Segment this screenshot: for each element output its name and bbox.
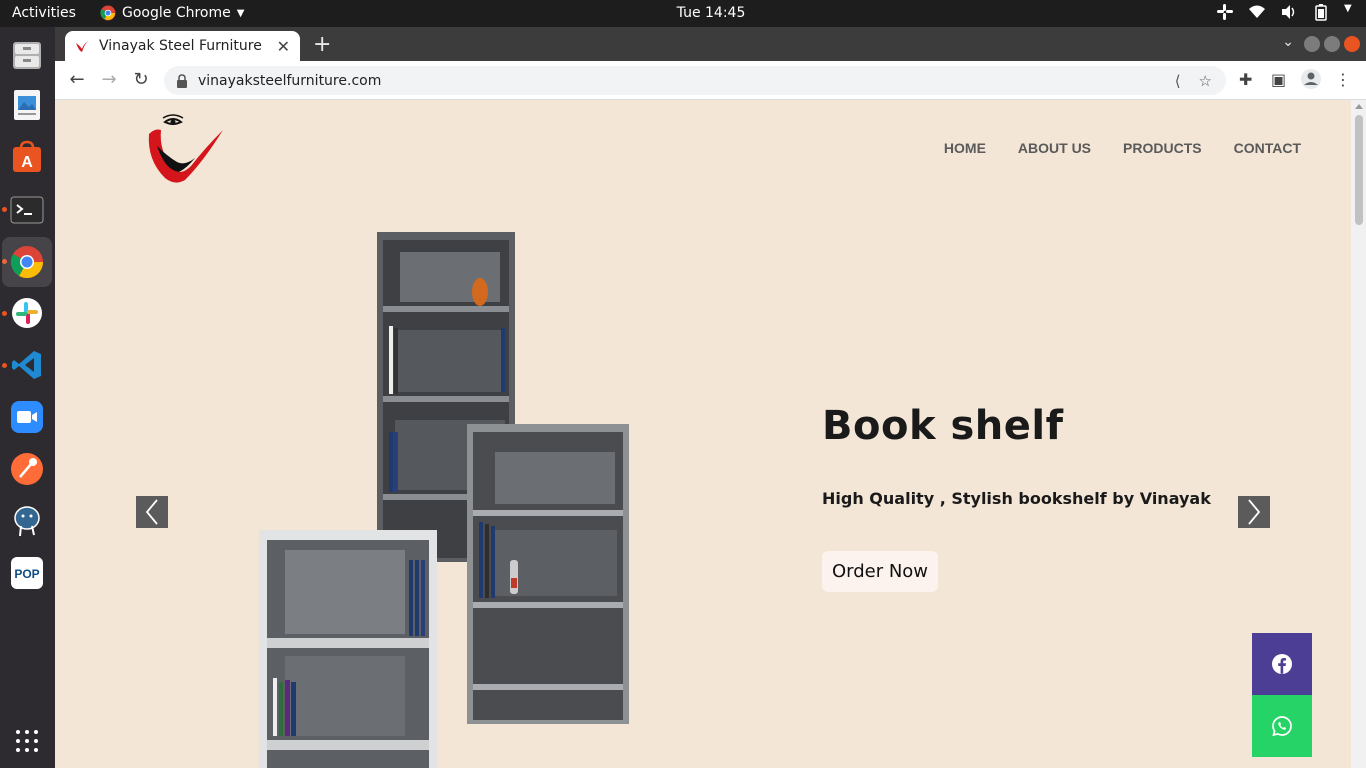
dock-terminal[interactable] — [7, 190, 47, 230]
wifi-icon[interactable] — [1248, 3, 1266, 21]
battery-icon[interactable] — [1312, 3, 1330, 21]
hero-title: Book shelf — [822, 403, 1064, 449]
dock-app-store[interactable]: A — [7, 137, 47, 177]
dock-pop[interactable]: POP — [7, 553, 47, 593]
close-window-button[interactable] — [1344, 36, 1360, 52]
nav-products[interactable]: PRODUCTS — [1123, 140, 1202, 156]
svg-text:A: A — [21, 154, 33, 171]
zoom-icon — [11, 401, 43, 433]
dock-postman[interactable] — [7, 449, 47, 489]
tab-search-chevron-icon[interactable]: ⌄ — [1282, 34, 1294, 50]
site-nav: HOME ABOUT US PRODUCTS CONTACT — [944, 140, 1301, 156]
dock-chrome[interactable] — [2, 237, 52, 287]
facebook-button[interactable] — [1252, 633, 1312, 695]
dock-postgres[interactable] — [7, 501, 47, 541]
whatsapp-button[interactable] — [1252, 695, 1312, 757]
app-menu[interactable]: Google Chrome ▼ — [100, 5, 244, 21]
tab-title: Vinayak Steel Furniture — [99, 38, 262, 54]
show-apps-grid-icon[interactable] — [16, 730, 38, 752]
web-page: HOME ABOUT US PRODUCTS CONTACT Book shel… — [55, 100, 1351, 768]
vinayak-logo[interactable] — [145, 110, 227, 190]
nav-home[interactable]: HOME — [944, 140, 986, 156]
svg-text:POP: POP — [14, 567, 39, 581]
maximize-button[interactable] — [1324, 36, 1340, 52]
extensions-puzzle-icon[interactable]: ✚ — [1239, 70, 1252, 89]
app-menu-label: Google Chrome — [122, 5, 231, 21]
dock-slack[interactable] — [7, 293, 47, 333]
chrome-icon — [10, 246, 44, 279]
share-icon[interactable]: ⟨ — [1175, 72, 1181, 90]
back-arrow-icon[interactable]: ← — [65, 69, 89, 90]
postgres-icon — [14, 506, 40, 537]
chevron-right-icon — [1248, 499, 1261, 525]
scrollbar-thumb[interactable] — [1355, 115, 1363, 225]
forward-arrow-icon[interactable]: → — [97, 69, 121, 90]
whatsapp-icon — [1272, 716, 1292, 737]
lock-icon — [177, 73, 187, 88]
dock: A POP — [0, 27, 55, 768]
nav-contact[interactable]: CONTACT — [1234, 140, 1301, 156]
postman-icon — [11, 453, 43, 485]
chrome-small-icon — [100, 5, 116, 21]
tab-active[interactable]: Vinayak Steel Furniture ✕ — [65, 31, 300, 61]
facebook-icon — [1272, 654, 1292, 674]
browser-window: Vinayak Steel Furniture ✕ + ⌄ ← → ↻ vina… — [55, 27, 1366, 768]
tab-strip: Vinayak Steel Furniture ✕ + ⌄ — [55, 27, 1366, 61]
volume-icon[interactable] — [1280, 3, 1298, 21]
activities-button[interactable]: Activities — [12, 5, 76, 21]
file-cabinet-icon — [13, 42, 41, 69]
chevron-left-icon — [145, 499, 158, 525]
profile-avatar-icon[interactable] — [1300, 68, 1322, 94]
tab-close-icon[interactable]: ✕ — [277, 37, 290, 56]
bookmark-star-icon[interactable]: ☆ — [1199, 72, 1212, 90]
dock-files[interactable] — [7, 35, 47, 75]
dock-image-viewer[interactable] — [7, 85, 47, 125]
carousel-prev-button[interactable] — [136, 496, 168, 528]
side-panel-icon[interactable]: ▣ — [1271, 70, 1286, 89]
slack-icon — [12, 298, 42, 328]
address-bar[interactable]: vinayaksteelfurniture.com ⟨ ☆ — [164, 66, 1226, 95]
app-store-icon: A — [13, 140, 41, 172]
reload-icon[interactable]: ↻ — [129, 69, 153, 90]
chevron-down-icon: ▼ — [236, 7, 245, 19]
carousel-next-button[interactable] — [1238, 496, 1270, 528]
order-now-button[interactable]: Order Now — [822, 551, 938, 592]
system-menu-chevron-icon[interactable]: ▼ — [1344, 3, 1354, 21]
slack-tray-icon[interactable] — [1216, 3, 1234, 21]
nav-about-us[interactable]: ABOUT US — [1018, 140, 1091, 156]
scroll-up-arrow-icon[interactable] — [1355, 104, 1363, 109]
system-top-bar: Activities Google Chrome ▼ Tue 14:45 ▼ — [0, 0, 1366, 27]
site-favicon-icon — [76, 41, 88, 52]
page-scrollbar[interactable] — [1351, 100, 1366, 768]
browser-toolbar: ← → ↻ vinayaksteelfurniture.com ⟨ ☆ ✚ ▣ … — [55, 61, 1366, 100]
terminal-icon — [10, 196, 44, 224]
dock-vscode[interactable] — [7, 345, 47, 385]
system-tray[interactable]: ▼ — [1216, 3, 1354, 21]
hero-subtitle: High Quality , Stylish bookshelf by Vina… — [822, 489, 1211, 508]
chrome-menu-icon[interactable]: ⋮ — [1335, 70, 1351, 89]
minimize-button[interactable] — [1304, 36, 1320, 52]
bookshelf-product-image — [259, 232, 629, 768]
url-text: vinayaksteelfurniture.com — [198, 72, 382, 89]
new-tab-button[interactable]: + — [313, 32, 331, 57]
pop-icon: POP — [11, 557, 43, 589]
dock-zoom[interactable] — [7, 397, 47, 437]
image-viewer-icon — [14, 90, 40, 120]
vscode-icon — [12, 351, 41, 379]
